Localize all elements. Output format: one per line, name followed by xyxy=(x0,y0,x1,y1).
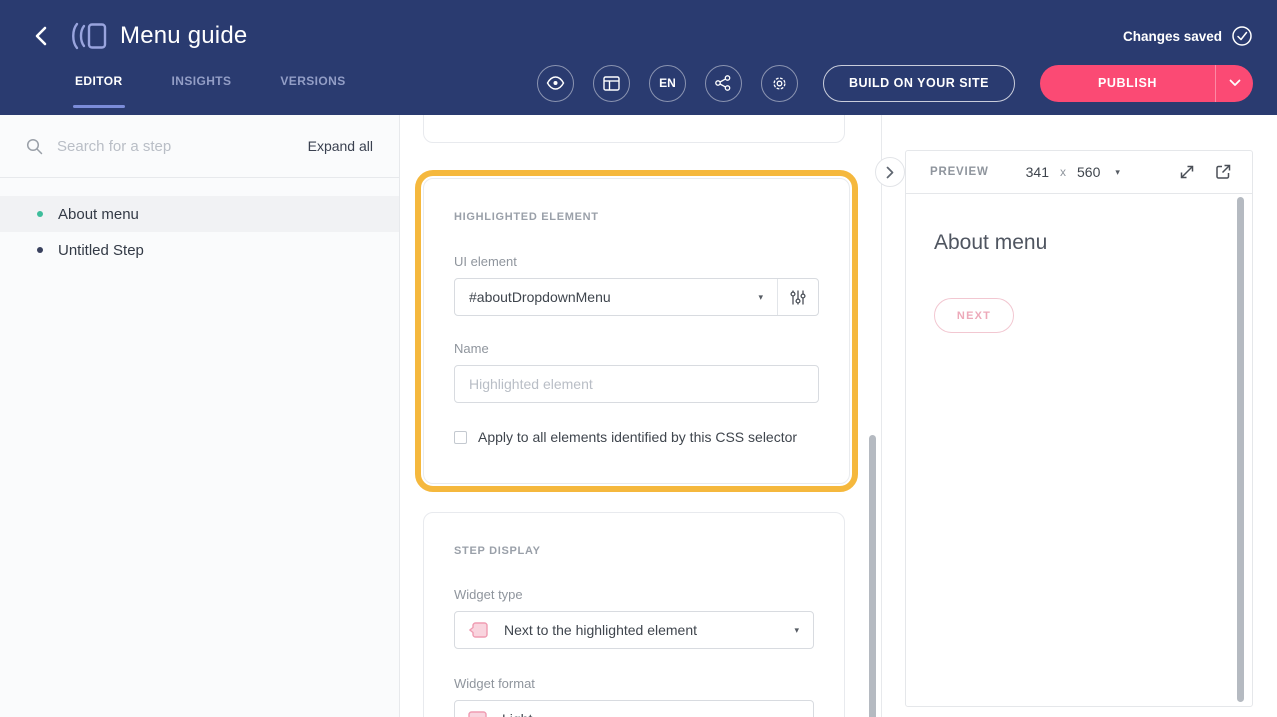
language-label: EN xyxy=(659,76,676,90)
preview-scrollbar-thumb[interactable] xyxy=(1237,197,1244,702)
search-step-input[interactable] xyxy=(57,138,308,155)
share-button[interactable] xyxy=(705,65,742,102)
tab-insights[interactable]: INSIGHTS xyxy=(172,74,232,92)
section-title-highlighted-element: HIGHLIGHTED ELEMENT xyxy=(454,211,819,223)
fullscreen-resize-button[interactable] xyxy=(1178,163,1196,181)
highlighted-element-name-input[interactable] xyxy=(454,365,819,403)
build-on-your-site-button[interactable]: BUILD ON YOUR SITE xyxy=(823,65,1015,102)
check-circle-icon xyxy=(1231,25,1253,47)
highlighted-element-card: HIGHLIGHTED ELEMENT UI element #aboutDro… xyxy=(423,178,850,484)
preview-size-separator: x xyxy=(1060,165,1066,179)
preview-eye-button[interactable] xyxy=(537,65,574,102)
back-button[interactable] xyxy=(28,23,54,49)
name-label: Name xyxy=(454,341,819,356)
section-title-step-display: STEP DISPLAY xyxy=(454,545,814,557)
widget-format-value: Light xyxy=(487,711,794,717)
page-title: Menu guide xyxy=(120,22,247,50)
expand-all-link[interactable]: Expand all xyxy=(308,138,373,154)
editor-panel: HIGHLIGHTED ELEMENT UI element #aboutDro… xyxy=(400,115,882,717)
panel-layout-icon xyxy=(603,76,620,91)
eye-icon xyxy=(546,76,565,90)
preview-height-value: 560 xyxy=(1077,164,1100,180)
step-dot xyxy=(37,247,43,253)
diagonal-arrows-icon xyxy=(1178,163,1196,181)
changes-saved-status: Changes saved xyxy=(1123,29,1222,44)
highlighted-element-ring: HIGHLIGHTED ELEMENT UI element #aboutDro… xyxy=(415,170,858,492)
collapse-preview-button[interactable] xyxy=(875,157,905,187)
language-button[interactable]: EN xyxy=(649,65,686,102)
widget-type-select[interactable]: Next to the highlighted element ▾ xyxy=(454,611,814,649)
settings-button[interactable] xyxy=(761,65,798,102)
publish-button-group: PUBLISH xyxy=(1040,65,1253,102)
chevron-down-icon xyxy=(1229,79,1241,87)
widget-type-value: Next to the highlighted element xyxy=(489,622,794,638)
preview-width-value: 341 xyxy=(1026,164,1049,180)
external-link-icon xyxy=(1214,163,1232,181)
step-item-about-menu[interactable]: About menu xyxy=(0,196,399,232)
sliders-icon xyxy=(790,289,806,306)
step-item-untitled-step[interactable]: Untitled Step xyxy=(0,232,399,268)
dropdown-caret-icon: ▾ xyxy=(794,625,813,636)
ui-element-value: #aboutDropdownMenu xyxy=(455,289,758,305)
step-display-card: STEP DISPLAY Widget type Next to the hig… xyxy=(423,512,845,717)
dropdown-caret-icon: ▾ xyxy=(758,292,777,303)
apply-to-all-checkbox[interactable] xyxy=(454,431,467,444)
top-navbar: Menu guide Changes saved EDITOR INSIGHTS… xyxy=(0,0,1277,115)
dropdown-caret-icon: ▾ xyxy=(794,714,813,717)
editor-scrollbar-thumb[interactable] xyxy=(869,435,876,717)
preview-next-button[interactable]: NEXT xyxy=(934,298,1014,333)
widget-format-icon xyxy=(468,711,487,717)
open-external-button[interactable] xyxy=(1214,163,1232,181)
apply-to-all-checkbox-row[interactable]: Apply to all elements identified by this… xyxy=(454,429,819,445)
step-list: About menu Untitled Step xyxy=(0,196,399,268)
preview-step-title: About menu xyxy=(934,231,1252,255)
tab-versions[interactable]: VERSIONS xyxy=(280,74,345,92)
preview-size-selector[interactable]: 341 x 560 ▾ xyxy=(1026,164,1120,180)
tab-editor[interactable]: EDITOR xyxy=(75,74,123,92)
steps-sidebar: Expand all About menu Untitled Step xyxy=(0,115,400,717)
chevron-right-icon xyxy=(886,166,894,179)
editor-tabs: EDITOR INSIGHTS VERSIONS xyxy=(75,74,346,92)
previous-settings-card xyxy=(423,115,845,143)
ui-element-select[interactable]: #aboutDropdownMenu ▾ xyxy=(454,278,819,316)
share-icon xyxy=(715,75,731,91)
preview-panel: PREVIEW 341 x 560 ▾ xyxy=(882,115,1277,717)
app-window: Menu guide Changes saved EDITOR INSIGHTS… xyxy=(0,0,1277,717)
guide-logo-icon xyxy=(70,21,108,51)
widget-format-select[interactable]: Light ▾ xyxy=(454,700,814,717)
search-icon xyxy=(26,138,43,155)
apply-to-all-label: Apply to all elements identified by this… xyxy=(478,429,797,445)
step-dot xyxy=(37,211,43,217)
preview-title: PREVIEW xyxy=(930,166,989,178)
dropdown-caret-icon: ▾ xyxy=(1115,167,1120,178)
gear-icon xyxy=(771,75,788,92)
preview-card: PREVIEW 341 x 560 ▾ xyxy=(905,150,1253,707)
element-settings-button[interactable] xyxy=(778,289,818,306)
back-chevron-icon xyxy=(33,25,49,47)
ui-element-label: UI element xyxy=(454,254,819,269)
layout-button[interactable] xyxy=(593,65,630,102)
tooltip-bubble-icon xyxy=(468,621,489,640)
publish-dropdown-button[interactable] xyxy=(1215,65,1253,102)
widget-format-label: Widget format xyxy=(454,676,814,691)
widget-type-label: Widget type xyxy=(454,587,814,602)
publish-button[interactable]: PUBLISH xyxy=(1040,65,1215,102)
